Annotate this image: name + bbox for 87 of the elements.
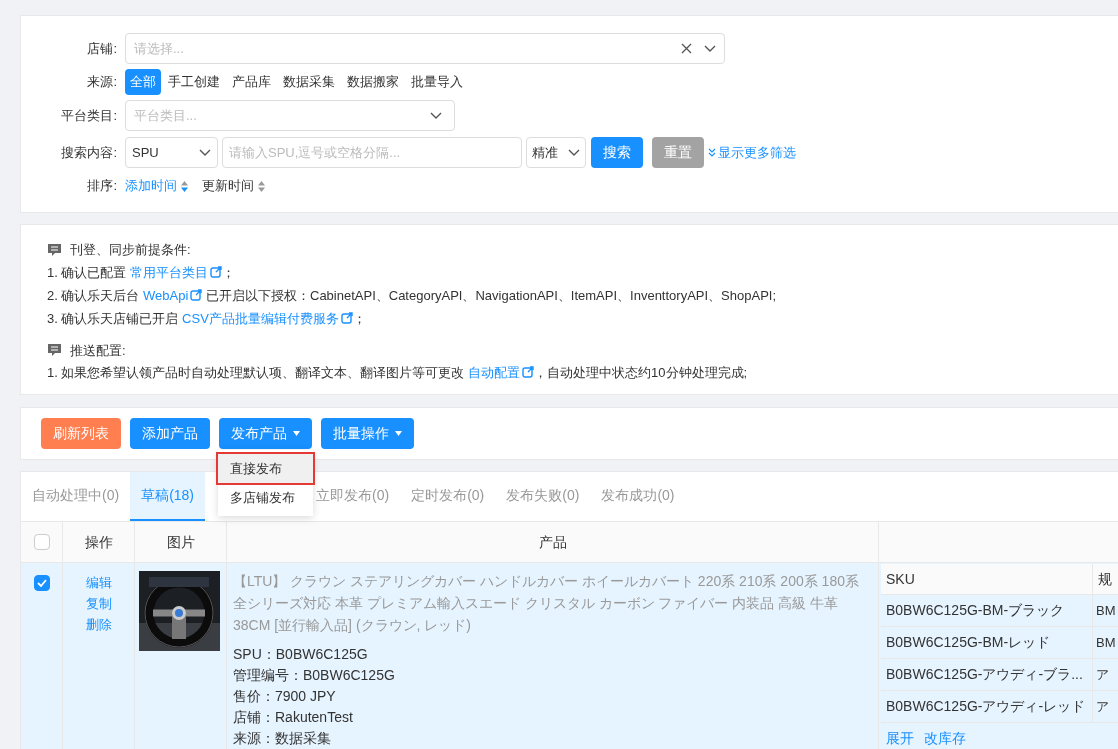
config-link[interactable]: 常用平台类目 (130, 264, 223, 280)
comment-icon (47, 343, 62, 358)
spec-cell-text: ア (1095, 665, 1110, 684)
tab[interactable]: 定时发布(0) (400, 472, 496, 521)
source-option[interactable]: 数据搬家 (342, 69, 404, 95)
chevron-down-icon (199, 148, 211, 157)
sort-option[interactable]: 更新时间 (202, 176, 265, 196)
config-link[interactable]: CSV产品批量编辑付费服务 (182, 310, 353, 326)
caret-icon (293, 431, 300, 436)
check-icon (36, 579, 47, 587)
caret-icon (395, 431, 402, 436)
category-select[interactable]: 平台类目... (125, 100, 455, 131)
column-header: 图片 (135, 522, 227, 562)
filter-label: 店铺: (86, 39, 118, 58)
product-detail: 售价：7900 JPY (233, 687, 337, 706)
filter-label: 排序: (86, 177, 118, 196)
row-action-link[interactable]: 删除 (85, 614, 112, 635)
more-filters-link[interactable]: 显示更多筛选 (708, 142, 796, 163)
sort-icon (181, 180, 188, 192)
comment-icon (47, 242, 62, 257)
source-option[interactable]: 数据采集 (278, 69, 340, 95)
spec-cell-text: BM (1095, 633, 1117, 652)
dropdown-button[interactable]: 批量操作 (321, 418, 414, 449)
sku-cell: B0BW6C125G-アウディ-ブラ... (881, 659, 1093, 690)
product-title: 【LTU】 クラウン ステアリングカバー ハンドルカバー ホイールカバート 220系 210系 200系 180系全シリーズ対応 本革 プレミアム輸入スエード クリスタル カーボン ファイバー 内装品 高級 牛革 38CM [並行輸入品] (クラウン, レッド) (233, 572, 860, 635)
tab[interactable]: 发布失败(0) (495, 472, 591, 521)
notice-item: 3. 确认乐天店铺已开启 CSV产品批量编辑付费服务 ； (47, 309, 367, 328)
notice-title: 刊登、同步前提条件: (70, 241, 191, 259)
toolbar-button[interactable]: 添加产品 (130, 418, 210, 449)
checkbox[interactable] (33, 575, 50, 591)
notice-item: 1. 如果您希望认领产品时自动处理默认项、翻译文本、翻译图片等可更改 自动配置 ，自动处理中状态约10分钟处理完成; (47, 364, 749, 382)
tab[interactable]: 发布成功(0) (590, 472, 686, 521)
menu-item[interactable]: 直接发布 (218, 454, 313, 483)
search-button[interactable]: 搜索 (591, 137, 643, 168)
product-detail: 来源：数据采集 (233, 729, 332, 748)
filter-label: 来源: (86, 73, 118, 92)
chevron-down-icon (704, 44, 716, 53)
column-header: 操作 (63, 522, 135, 562)
filter-label: 平台类目: (60, 106, 118, 125)
spec-cell-text: ア (1095, 697, 1110, 716)
reset-button[interactable]: 重置 (652, 137, 704, 168)
shop-select[interactable]: 请选择... (125, 33, 725, 64)
sort-option[interactable]: 添加时间 (125, 176, 188, 196)
sku-action-link[interactable]: 改库存 (924, 728, 966, 749)
notice-item: 1. 确认已配置 常用平台类目 ； (47, 263, 237, 282)
chevron-down-icon (568, 148, 580, 157)
checkbox[interactable] (33, 534, 50, 550)
notice-item: 2. 确认乐天后台 WebApi 已开启以下授权：CabinetAPI、CategoryAPI、NavigationAPI、ItemAPI、InventtoryAPI、ShopAPI; (47, 286, 778, 305)
sku-action-link[interactable]: 展开 (886, 728, 914, 749)
config-link[interactable]: 自动配置 (468, 365, 535, 380)
external-link-icon (522, 366, 535, 378)
product-detail: 管理编号：B0BW6C125G (233, 666, 396, 685)
placeholder-text: 请选择... (134, 39, 185, 58)
row-action-link[interactable]: 编辑 (85, 572, 112, 593)
placeholder-text: 平台类目... (134, 106, 198, 125)
column-header: 产品 (227, 522, 879, 562)
filter-label: 搜索内容: (60, 143, 118, 162)
field-select[interactable]: SPU (125, 137, 218, 168)
tab[interactable]: 自动处理中(0) (21, 472, 131, 521)
sku-cell: B0BW6C125G-BM-ブラック (881, 595, 1093, 626)
match-select[interactable]: 精准 (526, 137, 586, 168)
spec-cell-text: BM (1095, 601, 1117, 620)
row-action-link[interactable]: 复制 (85, 593, 112, 614)
search-field[interactable]: 请输入SPU,逗号或空格分隔... (222, 137, 522, 168)
external-link-icon (190, 288, 203, 301)
tab[interactable]: 草稿(18) (130, 472, 206, 521)
sku-column-header: SKU (881, 564, 1093, 594)
dropdown-button[interactable]: 发布产品 (219, 418, 312, 449)
notice-title: 推送配置: (70, 341, 126, 360)
clear-icon[interactable] (681, 43, 692, 54)
product-detail: 店铺：RakutenTest (233, 708, 354, 727)
sku-cell: B0BW6C125G-アウディ-レッド (881, 691, 1093, 722)
external-link-icon (210, 265, 223, 278)
double-chevron-icon (708, 148, 716, 157)
source-option[interactable]: 手工创建 (163, 69, 225, 95)
menu-item[interactable]: 多店铺发布 (218, 483, 313, 512)
sku-cell: B0BW6C125G-BM-レッド (881, 627, 1093, 658)
source-option[interactable]: 产品库 (227, 69, 276, 95)
source-option[interactable]: 全部 (125, 69, 161, 95)
chevron-down-icon (430, 111, 442, 120)
sort-icon (258, 180, 265, 192)
sku-column-header: 规 (1097, 569, 1113, 589)
external-link-icon (340, 311, 353, 324)
product-detail: SPU：B0BW6C125G (233, 645, 369, 664)
source-option[interactable]: 批量导入 (406, 69, 468, 95)
toolbar-button[interactable]: 刷新列表 (41, 418, 121, 449)
config-link[interactable]: WebApi (143, 287, 203, 303)
